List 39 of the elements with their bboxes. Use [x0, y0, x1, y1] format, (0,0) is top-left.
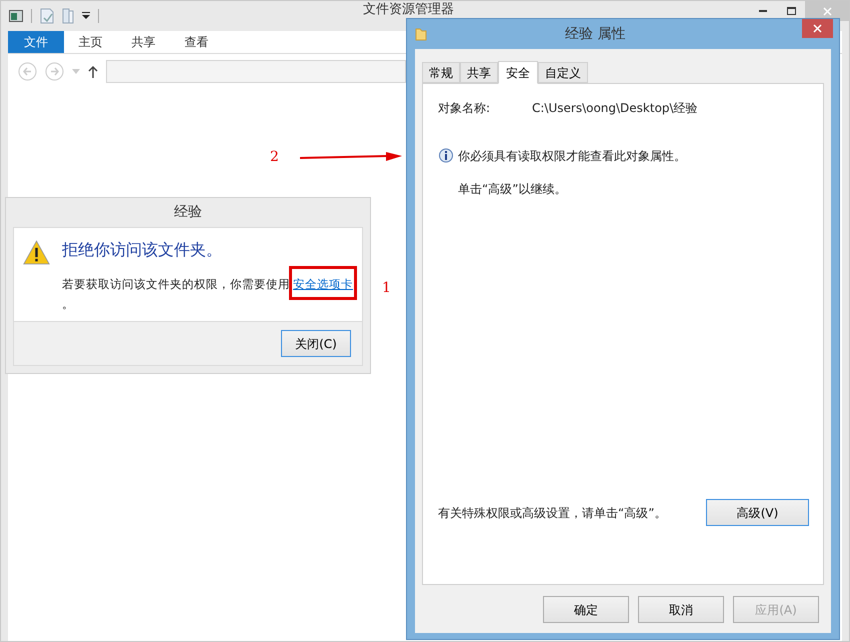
advanced-settings-text: 有关特殊权限或高级设置，请单击“高级”。	[438, 504, 666, 522]
object-name-label: 对象名称:	[438, 100, 492, 117]
ribbon-tab[interactable]: 文件	[8, 31, 64, 53]
dialog-button[interactable]: 取消	[638, 596, 724, 623]
warning-icon	[23, 238, 50, 267]
error-heading: 拒绝你访问该文件夹。	[62, 239, 223, 261]
close-button[interactable]	[802, 19, 833, 38]
dialog-button[interactable]: 确定	[543, 596, 629, 623]
tab[interactable]: 常规	[422, 62, 460, 83]
permission-notice: 你必须具有读取权限才能查看此对象属性。	[458, 148, 686, 165]
step-number: 1	[382, 279, 391, 298]
error-message: 若要获取访问该文件夹的权限，你需要使用	[62, 276, 290, 293]
window-icon	[9, 10, 23, 22]
close-dialog-button[interactable]: 关闭(C)	[281, 330, 351, 357]
advanced-button[interactable]: 高级(V)	[706, 499, 809, 526]
close-icon	[822, 6, 832, 16]
tab[interactable]: 共享	[460, 62, 498, 83]
folder-icon	[415, 27, 427, 41]
continue-hint: 单击“高级”以继续。	[458, 181, 568, 198]
address-field[interactable]	[106, 60, 406, 82]
step-number: 2	[270, 148, 279, 167]
highlight-rectangle	[289, 266, 357, 300]
window-title: 经验 属性	[565, 24, 626, 44]
ribbon-tab[interactable]: 查看	[170, 31, 223, 53]
info-icon	[438, 148, 454, 164]
up-arrow-icon[interactable]	[88, 64, 98, 78]
tab[interactable]: 自定义	[538, 62, 588, 83]
ribbon-tab[interactable]: 共享	[117, 31, 170, 53]
dialog-title: 经验	[173, 203, 203, 222]
folder-icon	[62, 8, 74, 24]
security-tab-link[interactable]: 安全选项卡	[293, 277, 353, 291]
properties-icon	[40, 8, 54, 24]
message-end: 。	[62, 296, 74, 313]
ribbon-tab[interactable]: 主页	[64, 31, 117, 53]
object-name-value: C:\Users\oong\Desktop\经验	[532, 100, 698, 117]
tab[interactable]: 安全	[498, 61, 538, 84]
window-title: 文件资源管理器	[363, 2, 454, 18]
close-icon	[813, 24, 822, 33]
dropdown-icon[interactable]	[82, 12, 90, 20]
